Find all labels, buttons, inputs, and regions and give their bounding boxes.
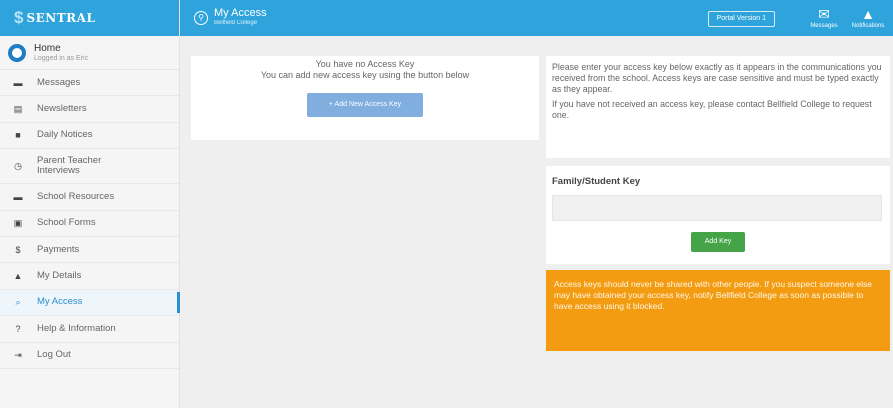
sidebar-item-home[interactable]: Home Logged in as Eric	[0, 36, 179, 70]
sidebar-item-payments[interactable]: $ Payments	[0, 237, 179, 264]
portal-version-button[interactable]: Portal Version 1	[707, 11, 775, 27]
user-icon: ▲	[13, 271, 23, 282]
sidebar-item-label: My Details	[37, 270, 82, 282]
add-access-key-button[interactable]: + Add New Access Key	[307, 93, 423, 117]
notice-icon: ■	[15, 130, 21, 141]
top-bar: ⚲ My Access Bellfield College Portal Ver…	[180, 0, 893, 36]
access-key-panel: You have no Access Key You can add new a…	[191, 56, 539, 140]
key-search-icon: ⌕	[15, 296, 21, 307]
notifications-label: Notifications	[851, 23, 885, 29]
sidebar-item-my-details[interactable]: ▲ My Details	[0, 263, 179, 290]
sidebar-item-label: Daily Notices	[37, 129, 93, 141]
clock-icon: ◷	[14, 160, 22, 171]
sidebar-item-label: Newsletters	[37, 103, 87, 115]
no-key-title: You have no Access Key	[315, 59, 415, 69]
sidebar-item-label: School Resources	[37, 190, 115, 202]
sidebar-item-school-forms[interactable]: ▣ School Forms	[0, 211, 179, 237]
sidebar-item-label: Help & Information	[37, 322, 116, 334]
home-text: Home Logged in as Eric	[34, 43, 88, 63]
magnifier-key-icon: ⚲	[194, 10, 208, 25]
page-heading: My Access Bellfield College	[214, 8, 267, 27]
sidebar-item-label: Parent Teacher Interviews	[37, 155, 102, 177]
instructions-text: Please enter your access key below exact…	[552, 62, 882, 94]
sidebar-item-parent-teacher-interviews[interactable]: ◷ Parent Teacher Interviews	[0, 149, 179, 185]
family-student-key-label: Family/Student Key	[552, 176, 641, 187]
envelope-icon: ✉	[818, 6, 830, 22]
newspaper-icon: ▤	[13, 103, 23, 114]
dollar-icon: $	[15, 244, 21, 255]
home-title: Home	[34, 42, 61, 54]
contact-text: If you have not received an access key, …	[552, 99, 872, 120]
instructions-panel: Please enter your access key below exact…	[546, 56, 890, 158]
logout-icon: ⇥	[14, 349, 22, 360]
security-warning: Access keys should never be shared with …	[546, 270, 890, 351]
key-entry-panel: Family/Student Key Add Key	[546, 166, 890, 264]
brand-name: SENTRAL	[26, 11, 96, 25]
question-icon: ?	[15, 323, 21, 334]
folder-icon: ▬	[13, 191, 23, 202]
sidebar-item-label: My Access	[37, 296, 83, 308]
sidebar-item-label: Payments	[37, 243, 80, 255]
page-title: My Access	[214, 7, 267, 19]
bell-icon: ▲	[861, 6, 875, 22]
no-key-description: You can add new access key using the but…	[260, 70, 470, 80]
home-avatar-icon	[8, 43, 26, 62]
sidebar-item-daily-notices[interactable]: ■ Daily Notices	[0, 123, 179, 150]
brand-logo[interactable]: $ SENTRAL	[0, 0, 179, 36]
sidebar-item-log-out[interactable]: ⇥ Log Out	[0, 343, 179, 369]
messages-label: Messages	[810, 23, 838, 29]
page-header: ⚲ My Access Bellfield College	[194, 8, 267, 27]
family-student-key-input[interactable]	[552, 195, 882, 221]
sidebar-item-school-resources[interactable]: ▬ School Resources	[0, 184, 179, 211]
notifications-button[interactable]: ▲ Notifications	[849, 5, 887, 29]
envelope-icon: ▬	[13, 77, 23, 88]
sidebar: $ SENTRAL Home Logged in as Eric ▬ Messa…	[0, 0, 180, 408]
messages-button[interactable]: ✉ Messages	[805, 5, 843, 29]
sidebar-item-label: Messages	[37, 76, 81, 88]
sidebar-item-label: Log Out	[37, 349, 71, 361]
sidebar-item-help[interactable]: ? Help & Information	[0, 316, 179, 343]
dollar-logo-icon: $	[14, 8, 24, 27]
sidebar-item-my-access[interactable]: ⌕ My Access	[0, 289, 180, 317]
home-subtitle: Logged in as Eric	[34, 54, 89, 62]
add-key-button[interactable]: Add Key	[691, 232, 745, 252]
page-subtitle: Bellfield College	[214, 20, 258, 26]
sidebar-item-newsletters[interactable]: ▤ Newsletters	[0, 96, 179, 123]
form-icon: ▣	[13, 217, 23, 228]
sidebar-menu: Home Logged in as Eric ▬ Messages ▤ News…	[0, 36, 180, 369]
sidebar-item-label: School Forms	[37, 217, 96, 229]
sidebar-item-messages[interactable]: ▬ Messages	[0, 70, 179, 97]
